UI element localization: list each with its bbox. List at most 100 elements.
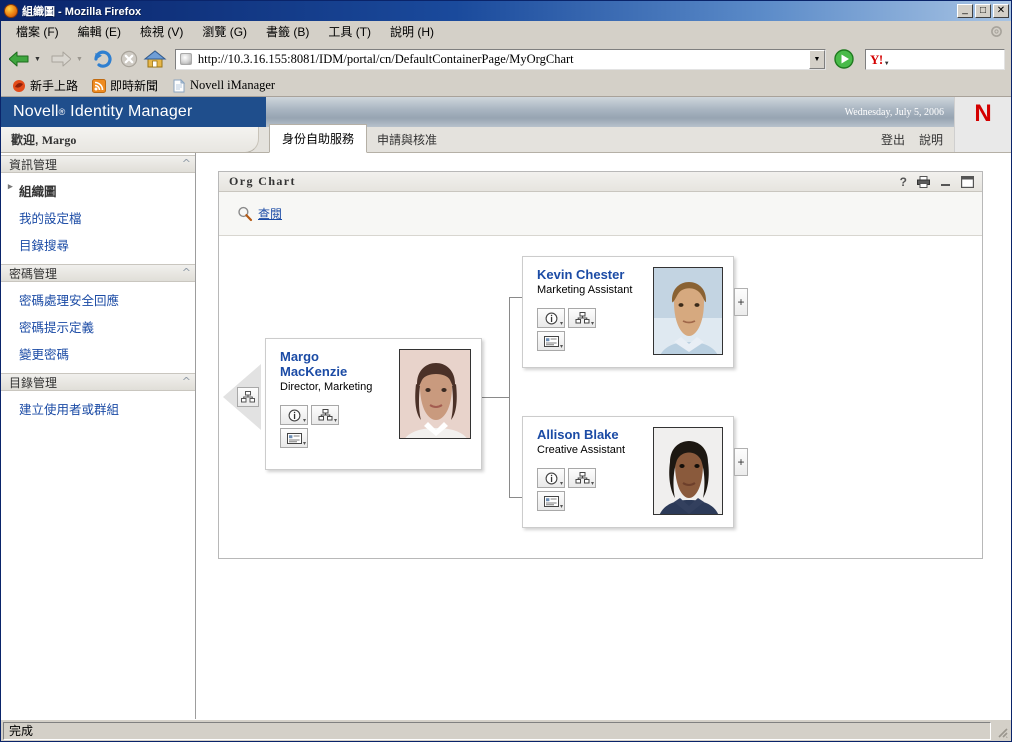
sidebar-group-header-password-management[interactable]: 密碼管理 ^: [1, 264, 195, 282]
sidebar-item-password-challenge-response[interactable]: 密碼處理安全回應: [1, 286, 195, 313]
menu-item-view[interactable]: 檢視 (V): [131, 21, 193, 42]
info-icon[interactable]: ▾: [537, 468, 565, 488]
resize-grip[interactable]: [993, 723, 1009, 739]
dropdown-arrow-icon[interactable]: ▾: [560, 343, 563, 350]
dropdown-arrow-icon[interactable]: ▾: [303, 440, 306, 447]
tab-requests-approvals[interactable]: 申請與核准: [367, 127, 447, 152]
tab-identity-self-service[interactable]: 身份自助服務: [269, 124, 368, 153]
card-actions-row: ▾: [280, 405, 399, 425]
dropdown-arrow-icon[interactable]: ▾: [591, 320, 594, 327]
email-card-icon[interactable]: ▾: [280, 428, 308, 448]
reload-icon[interactable]: [91, 47, 115, 71]
chevron-up-icon[interactable]: ^: [182, 376, 191, 387]
url-bar[interactable]: http://10.3.16.155:8081/IDM/portal/cn/De…: [174, 48, 826, 70]
sidebar-group-title: 資訊管理: [9, 157, 58, 172]
menu-item-edit[interactable]: 編輯 (E): [69, 21, 131, 42]
bookmark-live-news[interactable]: 即時新聞: [87, 76, 163, 95]
window-controls: _ □ ✕: [957, 4, 1009, 18]
card-actions: ▾ ▾ ▾: [280, 405, 399, 448]
status-text: 完成: [3, 721, 991, 740]
org-chart-card-child[interactable]: Kevin Chester Marketing Assistant ▾ ▾ ▾ …: [522, 256, 748, 368]
forward-button: ▼: [49, 47, 89, 71]
sidebar-group-header-directory-management[interactable]: 目錄管理 ^: [1, 373, 195, 391]
chevron-up-icon[interactable]: ^: [182, 267, 191, 278]
lookup-link[interactable]: 查閱: [258, 205, 282, 222]
orgchart-icon[interactable]: ▾: [568, 468, 596, 488]
window-close-button[interactable]: ✕: [993, 4, 1009, 18]
search-engine-dropdown-arrow[interactable]: ▼: [884, 61, 890, 69]
yahoo-icon[interactable]: Y!: [870, 53, 883, 66]
maximize-icon[interactable]: [961, 175, 974, 188]
menu-item-file[interactable]: 檔案 (F): [7, 21, 69, 42]
orgchart-icon[interactable]: ▾: [568, 308, 596, 328]
bookmark-getting-started[interactable]: 新手上路: [7, 76, 83, 95]
orgchart-icon[interactable]: ▾: [311, 405, 339, 425]
info-icon[interactable]: ▾: [537, 308, 565, 328]
sidebar-item-directory-search[interactable]: 目錄搜尋: [1, 231, 195, 258]
sidebar-group-items: 組織圖 我的設定檔 目錄搜尋: [1, 173, 195, 264]
org-chart-card-child[interactable]: Allison Blake Creative Assistant ▾ ▾ ▾ +: [522, 416, 748, 528]
svg-text:N: N: [974, 100, 991, 125]
maximize-glyph: □: [979, 5, 987, 16]
menu-item-help[interactable]: 說明 (H): [381, 21, 444, 42]
help-icon[interactable]: ?: [900, 176, 907, 188]
portlet-toolbar: 查閱: [219, 192, 982, 236]
org-chart-up-navigator[interactable]: [223, 364, 263, 430]
back-button[interactable]: ▼: [7, 47, 47, 71]
window-maximize-button[interactable]: □: [975, 4, 991, 18]
window-minimize-button[interactable]: _: [957, 4, 973, 18]
menu-item-bookmarks[interactable]: 書籤 (B): [257, 21, 319, 42]
sidebar-group-title: 目錄管理: [9, 375, 58, 390]
sidebar-group-items: 建立使用者或群組: [1, 391, 195, 428]
orgchart-icon[interactable]: [237, 387, 259, 407]
welcome-prefix: 歡迎,: [11, 133, 39, 147]
page-icon: [172, 78, 186, 93]
menu-item-go[interactable]: 瀏覽 (G): [193, 21, 257, 42]
card-body: Margo MacKenzie Director, Marketing ▾ ▾ …: [266, 339, 481, 459]
menu-item-tools[interactable]: 工具 (T): [319, 21, 381, 42]
help-link[interactable]: 說明: [919, 131, 943, 148]
expand-button[interactable]: +: [734, 288, 748, 316]
gear-icon[interactable]: [990, 25, 1003, 38]
sidebar-group-header-information-management[interactable]: 資訊管理 ^: [1, 155, 195, 173]
header-links: 登出 說明: [881, 131, 943, 148]
bookmark-novell-imanager[interactable]: Novell iManager: [167, 77, 280, 94]
go-button[interactable]: [833, 48, 855, 70]
search-input[interactable]: Y! ▼: [865, 48, 1005, 70]
url-text[interactable]: http://10.3.16.155:8081/IDM/portal/cn/De…: [198, 52, 809, 67]
dropdown-arrow-icon[interactable]: ▾: [560, 320, 563, 327]
logout-link[interactable]: 登出: [881, 131, 905, 148]
print-icon[interactable]: [917, 175, 930, 188]
window-title: 組織圖 - Mozilla Firefox: [22, 6, 142, 18]
status-bar: 完成: [1, 719, 1011, 741]
card-body: Allison Blake Creative Assistant ▾ ▾ ▾: [523, 417, 733, 523]
sidebar-item-org-chart[interactable]: 組織圖: [1, 177, 195, 204]
card-info: Allison Blake Creative Assistant ▾ ▾ ▾: [537, 427, 653, 515]
dropdown-arrow-icon[interactable]: ▾: [560, 480, 563, 487]
url-dropdown-button[interactable]: ▼: [809, 49, 825, 69]
sidebar-item-change-password[interactable]: 變更密碼: [1, 340, 195, 367]
bookmark-label: 新手上路: [30, 79, 79, 93]
dropdown-arrow-icon[interactable]: ▾: [303, 417, 306, 424]
dropdown-arrow-icon[interactable]: ▾: [591, 480, 594, 487]
sidebar-item-password-hint-definition[interactable]: 密碼提示定義: [1, 313, 195, 340]
back-dropdown-arrow[interactable]: ▼: [34, 56, 41, 63]
site-favicon: [179, 53, 192, 65]
app-tab-bar: 歡迎, Margo 身份自助服務 申請與核准 登出 說明: [1, 124, 1011, 153]
card-title: Director, Marketing: [280, 381, 373, 393]
expand-button[interactable]: +: [734, 448, 748, 476]
firefox-icon: [4, 4, 18, 18]
home-icon[interactable]: [143, 47, 167, 71]
minimize-icon[interactable]: [940, 176, 951, 188]
email-card-icon[interactable]: ▾: [537, 491, 565, 511]
sidebar-item-create-user-or-group[interactable]: 建立使用者或群組: [1, 395, 195, 422]
card-actions-row: ▾: [537, 331, 653, 351]
dropdown-arrow-icon[interactable]: ▾: [560, 503, 563, 510]
sidebar-item-my-profile[interactable]: 我的設定檔: [1, 204, 195, 231]
chevron-up-icon[interactable]: ^: [182, 158, 191, 169]
org-chart-card-root[interactable]: Margo MacKenzie Director, Marketing ▾ ▾ …: [265, 338, 482, 470]
brand-product: Identity Manager: [70, 103, 193, 120]
info-icon[interactable]: ▾: [280, 405, 308, 425]
dropdown-arrow-icon[interactable]: ▾: [334, 417, 337, 424]
email-card-icon[interactable]: ▾: [537, 331, 565, 351]
